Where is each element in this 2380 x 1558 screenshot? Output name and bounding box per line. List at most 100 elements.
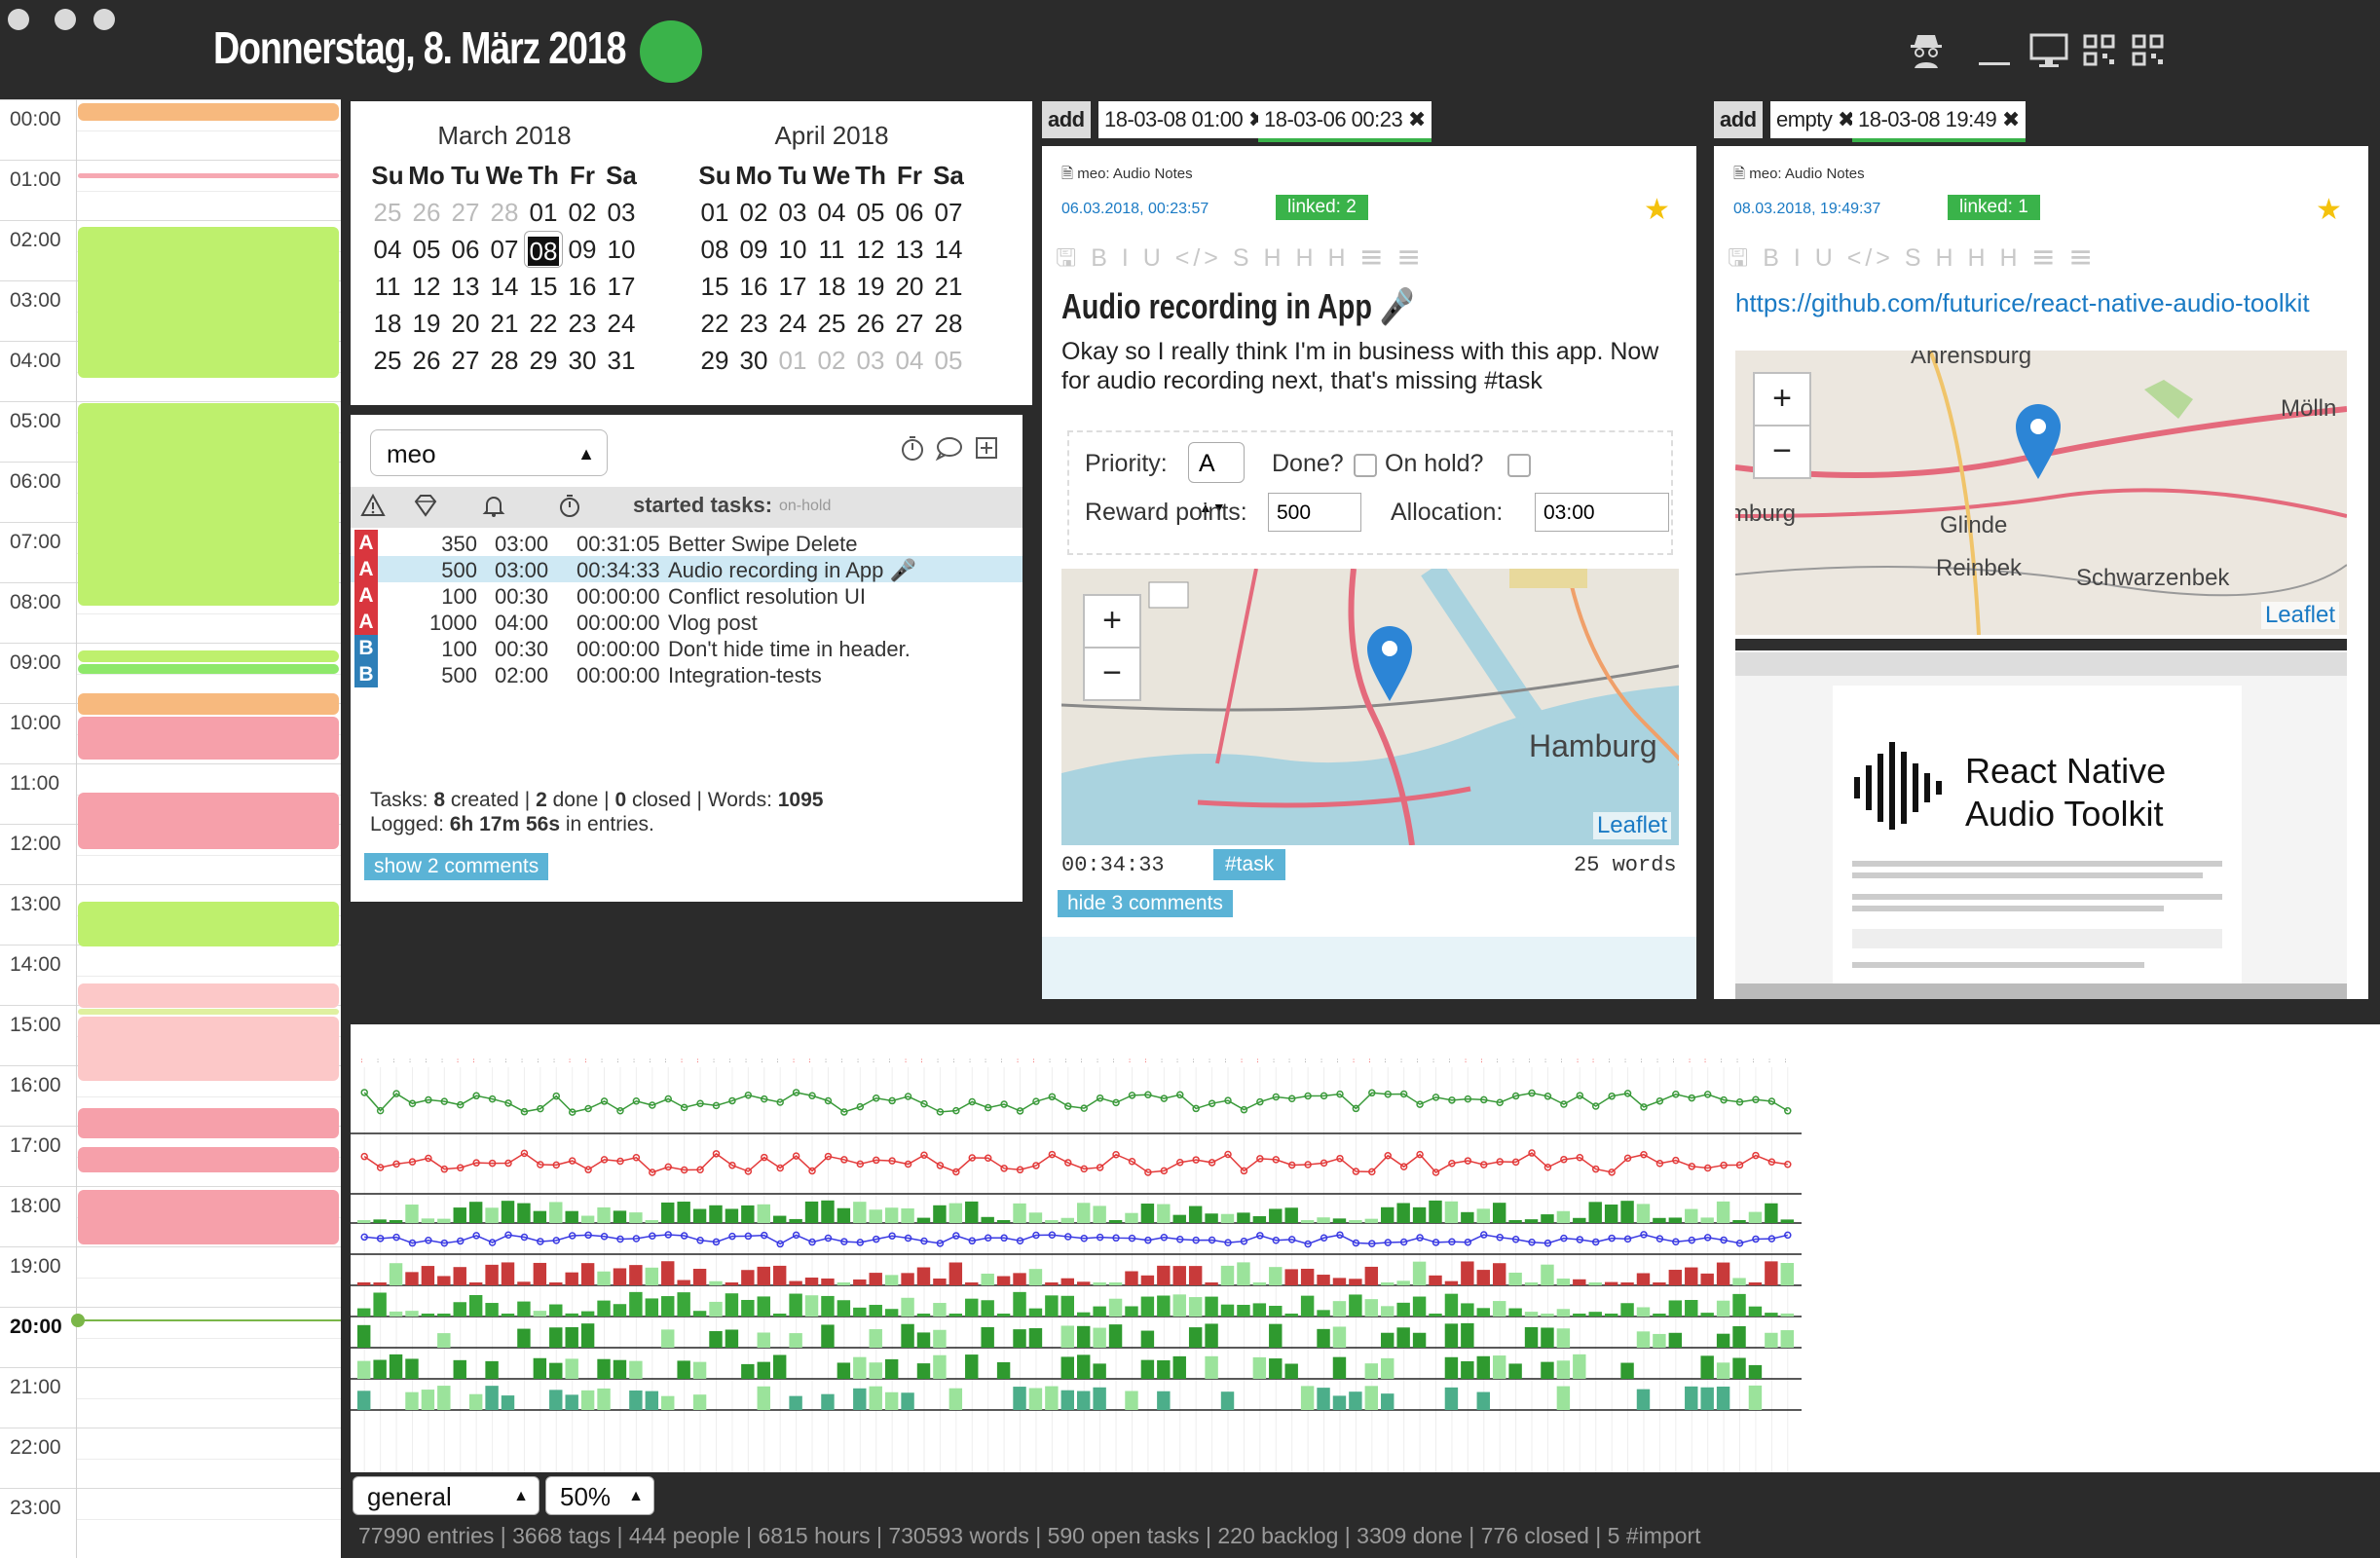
- add-task-icon[interactable]: [974, 434, 999, 468]
- calendar-day[interactable]: 05: [929, 342, 968, 379]
- calendar-day[interactable]: 10: [773, 231, 812, 268]
- entry-tab[interactable]: empty ✖: [1770, 101, 1861, 138]
- entry-category[interactable]: 🗎 meo: Audio Notes: [1733, 164, 1865, 188]
- dashboard-select[interactable]: general ▲ ▼: [353, 1476, 539, 1543]
- calendar-day[interactable]: 25: [368, 342, 407, 379]
- window-zoom-button[interactable]: [93, 9, 115, 30]
- calendar-day[interactable]: 04: [890, 342, 929, 379]
- hour-row[interactable]: 20:00: [0, 1307, 341, 1368]
- status-indicator[interactable]: [640, 20, 702, 83]
- calendar-day[interactable]: 01: [524, 194, 563, 231]
- calendar-day[interactable]: 01: [695, 194, 734, 231]
- time-block[interactable]: [78, 103, 339, 121]
- time-block[interactable]: [78, 1017, 339, 1081]
- close-icon[interactable]: ✖: [1408, 107, 1426, 131]
- calendar-day[interactable]: 06: [446, 231, 485, 268]
- entry-screenshot[interactable]: React Native Audio Toolkit: [1735, 639, 2347, 999]
- hour-row[interactable]: 01:00: [0, 160, 341, 221]
- task-row[interactable]: A 1000 04:00 00:00:00 Vlog post: [351, 609, 1023, 635]
- window-close-button[interactable]: [8, 9, 29, 30]
- time-block[interactable]: [78, 1108, 339, 1138]
- month-calendar[interactable]: March 2018 Su Mo Tu We Th Fr Sa 25 26 27 28 01 02 03…: [351, 101, 1032, 405]
- calendar-day[interactable]: 23: [563, 305, 602, 342]
- map-attribution[interactable]: Leaflet: [2260, 602, 2339, 629]
- calendar-day[interactable]: 19: [407, 305, 446, 342]
- calendar-day[interactable]: 05: [851, 194, 890, 231]
- hour-row[interactable]: 19:00: [0, 1246, 341, 1308]
- add-tab-button[interactable]: add: [1042, 101, 1091, 138]
- calendar-day[interactable]: 09: [563, 231, 602, 268]
- calendar-day[interactable]: 09: [734, 231, 773, 268]
- entry-body[interactable]: Okay so I really think I'm in business w…: [1061, 337, 1685, 395]
- bell-icon[interactable]: [481, 493, 506, 524]
- time-block[interactable]: [78, 983, 339, 1008]
- stats-chart[interactable]: ·· ·· ·· ·· ·· ·· ·· ·· ·· ·· ·· ·· ·· ·· ·· ·· ·· ·· ·· ··…: [351, 1024, 2380, 1472]
- qr-code-icon[interactable]: [2082, 31, 2117, 78]
- calendar-day[interactable]: 14: [929, 231, 968, 268]
- calendar-day[interactable]: 26: [407, 194, 446, 231]
- time-block[interactable]: [78, 1009, 339, 1015]
- allocation-input[interactable]: 03:00: [1535, 493, 1669, 532]
- time-block[interactable]: [78, 173, 339, 178]
- hide-comments-button[interactable]: hide 3 comments: [1058, 890, 1233, 917]
- task-row[interactable]: A 350 03:00 00:31:05 Better Swipe Delete: [351, 530, 1023, 556]
- hour-row[interactable]: 21:00: [0, 1367, 341, 1428]
- calendar-day[interactable]: 16: [734, 268, 773, 305]
- entry-timestamp[interactable]: 06.03.2018, 00:23:57: [1061, 201, 1209, 218]
- entry-category[interactable]: 🗎 meo: Audio Notes: [1061, 164, 1193, 188]
- time-block[interactable]: [78, 1190, 339, 1244]
- zoom-select[interactable]: 50% ▲ ▼: [545, 1476, 654, 1543]
- calendar-day[interactable]: 17: [602, 268, 641, 305]
- star-icon[interactable]: ★: [1644, 193, 1670, 227]
- map-marker-icon[interactable]: [1365, 625, 1414, 713]
- reward-input[interactable]: 500: [1268, 493, 1361, 532]
- calendar-day[interactable]: 12: [407, 268, 446, 305]
- stopwatch-icon[interactable]: [557, 493, 582, 524]
- show-comments-button[interactable]: show 2 comments: [364, 853, 549, 880]
- time-block[interactable]: [78, 650, 339, 662]
- star-icon[interactable]: ★: [2316, 193, 2342, 227]
- editor-toolbar[interactable]: 🖫 B I U </> S H H H ☰ ☰: [1728, 240, 2096, 281]
- comment-icon[interactable]: [935, 434, 964, 468]
- entry-timestamp[interactable]: 08.03.2018, 19:49:37: [1733, 201, 1880, 218]
- calendar-day[interactable]: 02: [563, 194, 602, 231]
- calendar-day[interactable]: 11: [368, 268, 407, 305]
- entry-map[interactable]: Ahrensburg Mölln Glinde Reinbek Schwarze…: [1735, 351, 2347, 635]
- time-block[interactable]: [78, 1147, 339, 1172]
- calendar-day[interactable]: 05: [407, 231, 446, 268]
- calendar-day[interactable]: 10: [602, 231, 641, 268]
- zoom-in-button[interactable]: +: [1753, 372, 1811, 427]
- time-block[interactable]: [78, 664, 339, 674]
- calendar-day[interactable]: 08: [695, 231, 734, 268]
- entry-tab-active[interactable]: 18-03-08 19:49 ✖: [1852, 101, 2026, 142]
- tag-filter-select[interactable]: meo ▲: [370, 429, 608, 476]
- calendar-day[interactable]: 06: [890, 194, 929, 231]
- calendar-day[interactable]: 28: [485, 342, 524, 379]
- calendar-day[interactable]: 22: [524, 305, 563, 342]
- calendar-day[interactable]: 29: [695, 342, 734, 379]
- calendar-day[interactable]: 29: [524, 342, 563, 379]
- time-block[interactable]: [78, 227, 339, 378]
- hour-row[interactable]: 23:00: [0, 1488, 341, 1549]
- calendar-day[interactable]: 26: [407, 342, 446, 379]
- editor-toolbar[interactable]: 🖫 B I U </> S H H H ☰ ☰: [1056, 240, 1424, 281]
- calendar-day[interactable]: 21: [485, 305, 524, 342]
- calendar-day[interactable]: 28: [929, 305, 968, 342]
- entry-duration[interactable]: 00:34:33: [1061, 853, 1165, 877]
- calendar-day[interactable]: 20: [446, 305, 485, 342]
- onhold-checkbox[interactable]: [1507, 454, 1531, 477]
- calendar-day[interactable]: 15: [524, 268, 563, 305]
- task-row[interactable]: B 500 02:00 00:00:00 Integration-tests: [351, 661, 1023, 687]
- calendar-day[interactable]: 24: [773, 305, 812, 342]
- task-row[interactable]: A 100 00:30 00:00:00 Conflict resolution UI: [351, 582, 1023, 609]
- qr-code-icon[interactable]: [2131, 31, 2166, 78]
- task-row[interactable]: B 100 00:30 00:00:00 Don't hide time in head…: [351, 635, 1023, 661]
- calendar-day[interactable]: 25: [812, 305, 851, 342]
- calendar-day[interactable]: 23: [734, 305, 773, 342]
- calendar-day[interactable]: 07: [929, 194, 968, 231]
- calendar-day[interactable]: 27: [890, 305, 929, 342]
- calendar-day[interactable]: 13: [446, 268, 485, 305]
- done-checkbox[interactable]: [1354, 454, 1377, 477]
- calendar-day[interactable]: 30: [734, 342, 773, 379]
- calendar-day[interactable]: 18: [812, 268, 851, 305]
